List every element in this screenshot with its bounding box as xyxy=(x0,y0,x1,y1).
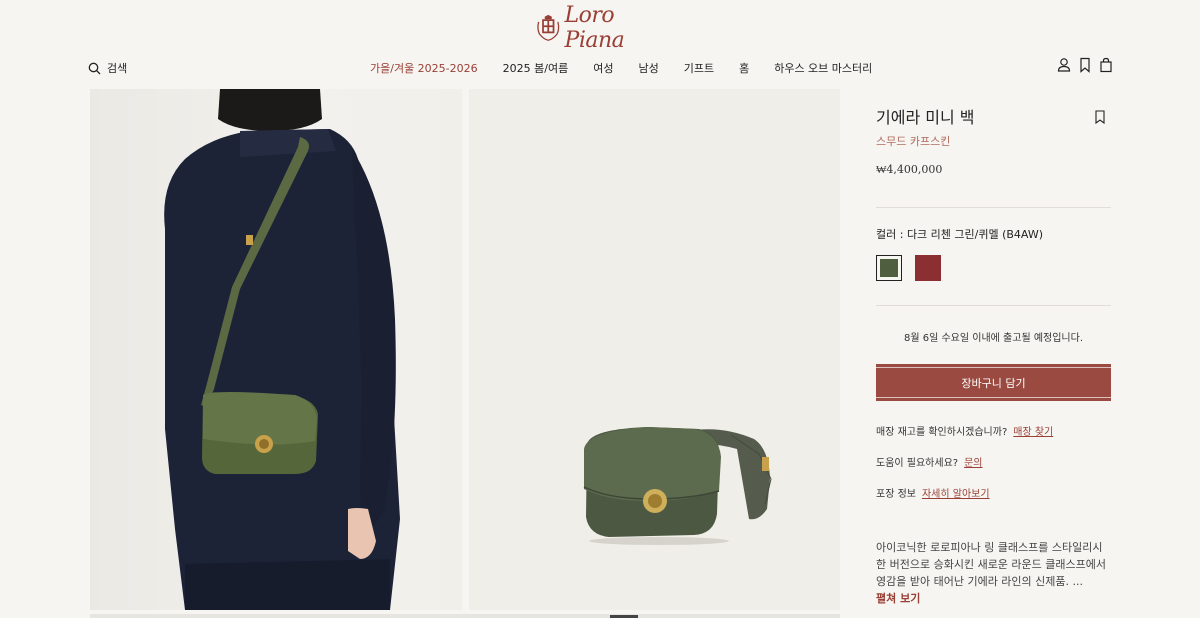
product-title: 기에라 미니 백 xyxy=(876,108,975,127)
stock-check-text: 매장 재고를 확인하시겠습니까? xyxy=(876,427,1008,438)
user-icon[interactable] xyxy=(1057,57,1071,73)
gallery-bottom-strip xyxy=(90,614,840,618)
packaging-row: 포장 정보 자세히 알아보기 xyxy=(876,485,1111,500)
bag-illustration xyxy=(583,427,772,545)
product-price: ₩4,400,000 xyxy=(876,163,943,176)
read-more-link[interactable]: 펼쳐 보기 xyxy=(876,592,920,605)
contact-link[interactable]: 문의 xyxy=(964,458,982,469)
bag-icon[interactable] xyxy=(1099,57,1113,73)
help-text: 도움이 필요하세요? xyxy=(876,458,959,469)
brand-logo[interactable]: Loro Piana xyxy=(536,3,666,53)
search-icon xyxy=(88,62,101,74)
product-material: 스무드 카프스킨 xyxy=(876,135,951,148)
nav-item-women[interactable]: 여성 xyxy=(593,60,613,76)
add-to-cart-button[interactable]: 장바구니 담기 xyxy=(876,364,1111,401)
bookmark-icon[interactable] xyxy=(1078,57,1092,73)
nav-item-men[interactable]: 남성 xyxy=(638,60,658,76)
main-nav: 가을/겨울 2025-2026 2025 봄/여름 여성 남성 기프트 홈 하우… xyxy=(370,60,897,76)
crest-icon xyxy=(537,14,560,41)
find-store-link[interactable]: 매장 찾기 xyxy=(1013,427,1053,438)
model-illustration xyxy=(164,89,400,610)
nav-item-house-of-mastery[interactable]: 하우스 오브 마스터리 xyxy=(774,60,872,76)
add-to-cart-label: 장바구니 담기 xyxy=(961,376,1026,390)
product-image-model[interactable] xyxy=(90,89,462,610)
nav-item-home[interactable]: 홈 xyxy=(739,60,749,76)
color-swatches xyxy=(876,255,1111,281)
nav-item-ss-2025[interactable]: 2025 봄/여름 xyxy=(503,60,569,76)
shipping-estimate: 8월 6일 수요일 이내에 출고될 예정입니다. xyxy=(904,333,1083,344)
divider xyxy=(876,305,1111,306)
swatch-red[interactable] xyxy=(915,255,941,281)
product-panel: 기에라 미니 백 스무드 카프스킨 ₩4,400,000 컬러 : 다크 리첸 … xyxy=(876,100,1111,607)
description-text: 아이코닉한 로로피아나 링 클래스프를 스타일리시한 버전으로 승화시킨 새로운… xyxy=(876,541,1107,588)
stock-check-row: 매장 재고를 확인하시겠습니까? 매장 찾기 xyxy=(876,423,1111,438)
search-label: 검색 xyxy=(107,62,128,75)
product-image-bag[interactable] xyxy=(469,89,840,610)
header-icons xyxy=(1057,57,1120,73)
divider xyxy=(876,207,1111,208)
logo-wordmark: Loro Piana xyxy=(564,3,625,53)
title-row: 기에라 미니 백 xyxy=(876,100,1111,128)
swatch-dark-lichen-green[interactable] xyxy=(876,255,902,281)
nav-item-fw-2025[interactable]: 가을/겨울 2025-2026 xyxy=(370,60,478,76)
swatch-fill xyxy=(915,255,941,281)
swatch-fill xyxy=(880,259,898,277)
packaging-text: 포장 정보 xyxy=(876,489,916,500)
color-label: 컬러 : 다크 리첸 그린/퀴멜 (B4AW) xyxy=(876,228,1044,241)
packaging-link[interactable]: 자세히 알아보기 xyxy=(922,489,990,500)
help-row: 도움이 필요하세요? 문의 xyxy=(876,454,1111,469)
search-button[interactable]: 검색 xyxy=(88,60,127,76)
wishlist-bookmark-icon[interactable] xyxy=(1094,110,1106,124)
product-description: 아이코닉한 로로피아나 링 클래스프를 스타일리시한 버전으로 승화시킨 새로운… xyxy=(876,539,1111,607)
nav-item-gifts[interactable]: 기프트 xyxy=(684,60,714,76)
